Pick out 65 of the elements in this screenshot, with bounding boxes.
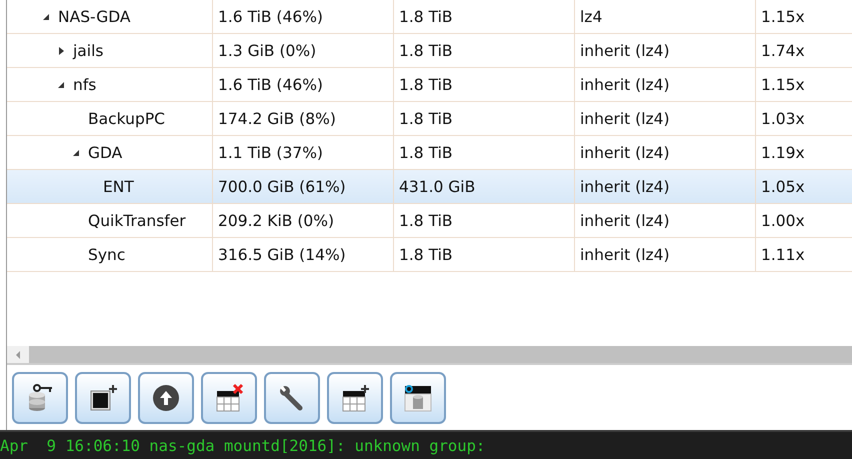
ratio-cell: 1.05x xyxy=(761,178,805,196)
dataset-name: QuikTransfer xyxy=(88,212,186,230)
tree-row[interactable]: QuikTransfer 209.2 KiB (0%) 1.8 TiB inherit (lz4) 1.00x xyxy=(7,204,852,238)
dataset-name: ENT xyxy=(103,178,134,196)
available-cell: 1.8 TiB xyxy=(399,212,453,230)
toolbar-button[interactable] xyxy=(327,372,383,424)
tree-row[interactable]: NAS-GDA 1.6 TiB (46%) 1.8 TiB lz4 1.15x xyxy=(7,0,852,34)
toolbar-button[interactable] xyxy=(201,372,257,424)
used-cell: 1.6 TiB (46%) xyxy=(218,76,323,94)
compression-cell: inherit (lz4) xyxy=(580,76,670,94)
collapse-triangle-icon[interactable] xyxy=(72,148,80,156)
used-cell: 174.2 GiB (8%) xyxy=(218,110,336,128)
tree-row[interactable]: nfs 1.6 TiB (46%) 1.8 TiB inherit (lz4) 1.15x xyxy=(7,68,852,102)
tree-row[interactable]: jails 1.3 GiB (0%) 1.8 TiB inherit (lz4) 1.74x xyxy=(7,34,852,68)
available-cell: 1.8 TiB xyxy=(399,144,453,162)
toolbar-button[interactable] xyxy=(75,372,131,424)
compression-cell: inherit (lz4) xyxy=(580,144,670,162)
used-cell: 1.3 GiB (0%) xyxy=(218,42,316,60)
dataset-name: Sync xyxy=(88,246,126,264)
available-cell: 1.8 TiB xyxy=(399,42,453,60)
ratio-cell: 1.15x xyxy=(761,8,805,26)
dataset-name: nfs xyxy=(73,76,96,94)
toolbar-button[interactable] xyxy=(138,372,194,424)
ratio-cell: 1.19x xyxy=(761,144,805,162)
available-cell: 1.8 TiB xyxy=(399,246,453,264)
upload-icon xyxy=(151,383,181,413)
toolbar-button[interactable] xyxy=(12,372,68,424)
toolbar-button[interactable] xyxy=(264,372,320,424)
dataset-name: GDA xyxy=(88,144,122,162)
console-line: Apr 9 16:06:10 nas-gda mountd[2016]: unknown group: xyxy=(0,436,486,454)
dataset-name: BackupPC xyxy=(88,110,165,128)
table-delete-icon xyxy=(214,383,244,413)
compression-cell: inherit (lz4) xyxy=(580,110,670,128)
ratio-cell: 1.00x xyxy=(761,212,805,230)
ratio-cell: 1.03x xyxy=(761,110,805,128)
used-cell: 700.0 GiB (61%) xyxy=(218,178,346,196)
table-database-icon xyxy=(403,383,433,413)
toolbar-button[interactable] xyxy=(390,372,446,424)
available-cell: 1.8 TiB xyxy=(399,76,453,94)
ratio-cell: 1.15x xyxy=(761,76,805,94)
used-cell: 1.1 TiB (37%) xyxy=(218,144,323,162)
tree-row[interactable]: Sync 316.5 GiB (14%) 1.8 TiB inherit (lz4) 1.11x xyxy=(7,238,852,272)
collapse-triangle-icon[interactable] xyxy=(42,12,50,20)
tree-row[interactable]: ENT 700.0 GiB (61%) 431.0 GiB inherit (lz4) 1.05x xyxy=(7,170,852,204)
collapse-triangle-icon[interactable] xyxy=(57,80,65,88)
used-cell: 316.5 GiB (14%) xyxy=(218,246,346,264)
compression-cell: inherit (lz4) xyxy=(580,178,670,196)
available-cell: 431.0 GiB xyxy=(399,178,476,196)
available-cell: 1.8 TiB xyxy=(399,110,453,128)
ratio-cell: 1.74x xyxy=(761,42,805,60)
used-cell: 1.6 TiB (46%) xyxy=(218,8,323,26)
available-cell: 1.8 TiB xyxy=(399,8,453,26)
compression-cell: lz4 xyxy=(580,8,602,26)
table-plus-icon xyxy=(340,383,370,413)
horizontal-scrollbar[interactable] xyxy=(7,346,852,365)
dataset-name: jails xyxy=(73,42,104,60)
tree-row[interactable]: BackupPC 174.2 GiB (8%) 1.8 TiB inherit (lz4) 1.03x xyxy=(7,102,852,136)
compression-cell: inherit (lz4) xyxy=(580,246,670,264)
dataset-name: NAS-GDA xyxy=(58,8,130,26)
square-plus-icon xyxy=(88,383,118,413)
used-cell: 209.2 KiB (0%) xyxy=(218,212,334,230)
compression-cell: inherit (lz4) xyxy=(580,212,670,230)
expand-triangle-icon[interactable] xyxy=(57,46,65,54)
compression-cell: inherit (lz4) xyxy=(580,42,670,60)
ratio-cell: 1.11x xyxy=(761,246,805,264)
